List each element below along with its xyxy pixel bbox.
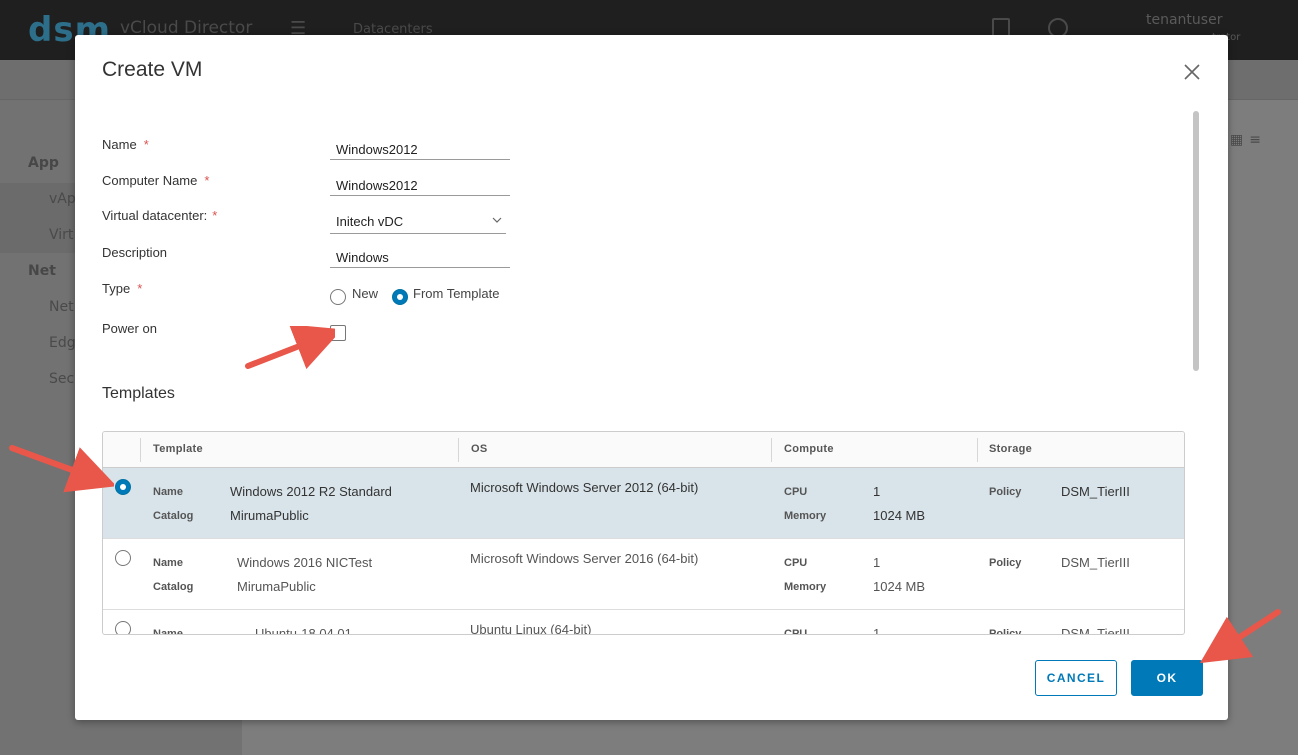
column-separator <box>458 438 459 462</box>
type-new-radio[interactable] <box>330 289 346 305</box>
column-header-compute[interactable]: Compute <box>784 443 834 455</box>
required-marker: * <box>212 208 218 223</box>
templates-grid: Template OS Compute Storage Name Windows… <box>102 431 1185 635</box>
sidebar-item-edges[interactable]: Edg <box>49 335 76 351</box>
vdc-label: Virtual datacenter: * <box>102 208 217 223</box>
column-separator <box>140 438 141 462</box>
name-label: Name * <box>102 137 149 152</box>
template-memory: 1024 MB <box>873 579 926 594</box>
template-os: Microsoft Windows Server 2012 (64-bit) <box>470 480 699 495</box>
ok-button[interactable]: OK <box>1131 660 1203 696</box>
catalog-key: Catalog <box>153 581 194 593</box>
required-marker: * <box>143 137 149 152</box>
power-on-checkbox[interactable] <box>330 325 346 341</box>
template-catalog: MirumaPublic <box>237 579 316 594</box>
table-row[interactable]: Name Ubuntu-18.04.01 Ubuntu Linux (64-bi… <box>103 610 1184 635</box>
grid-header: Template OS Compute Storage <box>103 432 1184 468</box>
template-catalog: MirumaPublic <box>230 508 309 523</box>
view-toggle-icon[interactable]: ▦≡ <box>1230 132 1267 148</box>
sidebar-item-virtual-machines[interactable]: Virt <box>49 227 73 243</box>
policy-key: Policy <box>989 486 1022 498</box>
computer-name-label: Computer Name * <box>102 173 209 188</box>
computer-name-input[interactable] <box>330 172 510 196</box>
template-memory: 1024 MB <box>873 508 926 523</box>
table-row[interactable]: Name Windows 2012 R2 Standard Catalog Mi… <box>103 468 1184 539</box>
column-header-storage[interactable]: Storage <box>989 443 1032 455</box>
policy-key: Policy <box>989 628 1022 635</box>
cpu-key: CPU <box>784 486 808 498</box>
sidebar-head-applications: App <box>28 155 59 171</box>
vdc-select-value: Initech vDC <box>336 214 404 229</box>
name-key: Name <box>153 628 183 635</box>
template-name: Windows 2016 NICTest <box>237 555 373 570</box>
name-input[interactable] <box>330 136 510 160</box>
template-cpu: 1 <box>873 626 881 635</box>
memory-key: Memory <box>784 581 827 593</box>
close-icon[interactable] <box>1181 61 1203 83</box>
sidebar-item-networks[interactable]: Net <box>49 299 74 315</box>
template-cpu: 1 <box>873 484 881 499</box>
templates-title: Templates <box>102 385 175 402</box>
cpu-key: CPU <box>784 557 808 569</box>
sidebar-item-security[interactable]: Sec <box>49 371 74 387</box>
column-separator <box>771 438 772 462</box>
vdc-label-text: Virtual datacenter: <box>102 208 208 223</box>
type-from-template-radio[interactable] <box>392 289 408 305</box>
name-label-text: Name <box>102 137 137 152</box>
column-separator <box>977 438 978 462</box>
template-os: Microsoft Windows Server 2016 (64-bit) <box>470 551 699 566</box>
description-label: Description <box>102 245 168 260</box>
template-policy: DSM_TierIII <box>1061 555 1130 570</box>
vdc-select[interactable]: Initech vDC <box>330 209 506 234</box>
power-on-label: Power on <box>102 321 157 336</box>
computer-name-label-text: Computer Name <box>102 173 198 188</box>
cpu-key: CPU <box>784 628 808 635</box>
dialog-title: Create VM <box>102 58 203 81</box>
scrollbar-thumb[interactable] <box>1193 111 1199 371</box>
memory-key: Memory <box>784 510 827 522</box>
type-label-text: Type <box>102 281 131 296</box>
sidebar-head-networking: Net <box>28 263 56 279</box>
table-row[interactable]: Name Windows 2016 NICTest Catalog Miruma… <box>103 539 1184 610</box>
template-policy: DSM_TierIII <box>1061 626 1130 635</box>
template-os: Ubuntu Linux (64-bit) <box>470 622 592 635</box>
type-from-template-label[interactable]: From Template <box>413 286 499 301</box>
description-input[interactable] <box>330 244 510 268</box>
template-policy: DSM_TierIII <box>1061 484 1130 499</box>
row-select-radio[interactable] <box>115 479 131 495</box>
name-key: Name <box>153 557 183 569</box>
type-new-label[interactable]: New <box>352 286 378 301</box>
row-select-radio[interactable] <box>115 550 131 566</box>
policy-key: Policy <box>989 557 1022 569</box>
catalog-key: Catalog <box>153 510 194 522</box>
chevron-down-icon <box>492 217 502 223</box>
required-marker: * <box>137 281 143 296</box>
type-label: Type * <box>102 281 142 296</box>
required-marker: * <box>204 173 210 188</box>
name-key: Name <box>153 486 183 498</box>
column-header-os[interactable]: OS <box>471 443 488 455</box>
template-cpu: 1 <box>873 555 881 570</box>
create-vm-dialog: Create VM Name * Computer Name * Virtual d… <box>75 35 1228 720</box>
template-name: Ubuntu-18.04.01 <box>255 626 352 635</box>
template-name: Windows 2012 R2 Standard <box>230 484 392 499</box>
sidebar-item-vapps[interactable]: vAp <box>49 191 76 207</box>
column-header-template[interactable]: Template <box>153 443 203 455</box>
row-select-radio[interactable] <box>115 621 131 634</box>
cancel-button[interactable]: CANCEL <box>1035 660 1117 696</box>
user-name[interactable]: tenantuser <box>1146 12 1222 28</box>
